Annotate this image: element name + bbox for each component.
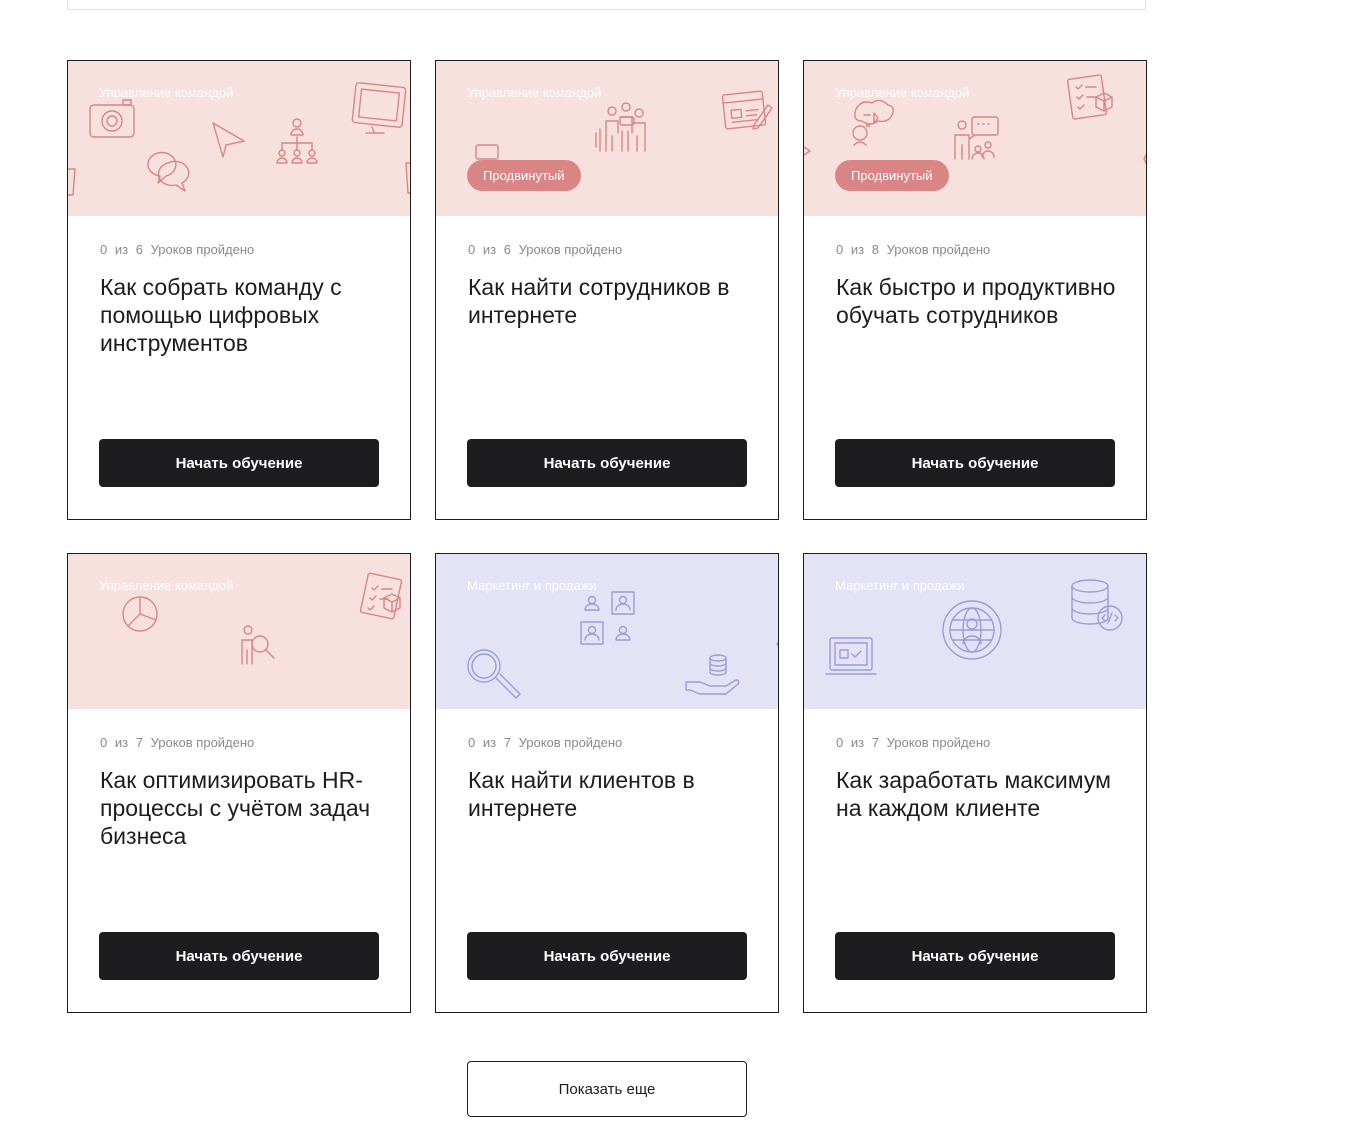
start-course-button[interactable]: Начать обучение (467, 439, 747, 487)
lessons-of: из (850, 735, 865, 750)
level-badge: Продвинутый (467, 160, 581, 191)
course-category: Маркетинг и продажи (467, 578, 597, 593)
course-category: Управление командой (99, 578, 234, 593)
course-title: Как найти сотрудников в интернете (468, 274, 730, 328)
profiles-grid-icon (580, 591, 635, 645)
course-title: Как найти клиентов в интернете (468, 767, 695, 821)
course-title: Как собрать команду с помощью цифровых и… (100, 274, 342, 356)
person-search-icon (241, 625, 275, 665)
card-cover: Управление командой Продвинутый (804, 61, 1146, 216)
start-course-button[interactable]: Начать обучение (467, 932, 747, 980)
checklist-box-icon (359, 572, 403, 620)
course-title: Как оптимизировать HR-процессы с учётом … (100, 767, 371, 849)
pie-chart-icon (122, 596, 158, 632)
card-cover: Управление командой (68, 554, 410, 709)
database-code-icon (1071, 579, 1123, 631)
course-category: Управление командой (99, 85, 234, 100)
lessons-done: 0 (836, 242, 844, 257)
lessons-done: 0 (836, 735, 844, 750)
thinking-head-icon (852, 99, 895, 146)
lessons-label: Уроков пройдено (150, 735, 255, 750)
people-group-icon (595, 102, 646, 152)
level-badge: Продвинутый (835, 160, 949, 191)
lessons-label: Уроков пройдено (886, 735, 991, 750)
magnifier-icon (467, 649, 521, 699)
lesson-progress: 0 из 7 Уроков пройдено (100, 735, 254, 750)
course-title: Как быстро и продуктивно обучать сотрудн… (836, 274, 1116, 328)
monitor-icon (351, 82, 407, 134)
course-category: Управление командой (467, 85, 602, 100)
card-cover: Управление командой Продвинутый (436, 61, 778, 216)
course-card[interactable]: Управление командой 0 из 6 Уроков пройде… (67, 60, 411, 520)
laptop-checklist-icon (825, 637, 877, 675)
course-card[interactable]: Управление командой Продвинутый 0 из 6 У… (435, 60, 779, 520)
camera-icon (89, 99, 135, 138)
lessons-of: из (482, 735, 497, 750)
start-course-button[interactable]: Начать обучение (99, 932, 379, 980)
lessons-total: 7 (871, 735, 879, 750)
lessons-of: из (850, 242, 865, 257)
checklist-box-icon (1066, 74, 1113, 120)
lesson-progress: 0 из 8 Уроков пройдено (836, 242, 990, 257)
lessons-done: 0 (468, 735, 476, 750)
lessons-total: 7 (135, 735, 143, 750)
course-card[interactable]: Маркетинг и продажи 0 из 7 Уроков пройде… (803, 553, 1147, 1013)
course-category: Управление командой (835, 85, 970, 100)
lessons-of: из (114, 242, 129, 257)
lessons-label: Уроков пройдено (150, 242, 255, 257)
lesson-progress: 0 из 7 Уроков пройдено (836, 735, 990, 750)
lesson-progress: 0 из 7 Уроков пройдено (468, 735, 622, 750)
lessons-label: Уроков пройдено (886, 242, 991, 257)
course-card[interactable]: Маркетинг и продажи 0 из 7 Уроков пройде… (435, 553, 779, 1013)
course-card[interactable]: Управление командой 0 из 7 Уроков пройде… (67, 553, 411, 1013)
previous-section-panel (67, 0, 1146, 10)
start-course-button[interactable]: Начать обучение (835, 932, 1115, 980)
lessons-of: из (114, 735, 129, 750)
start-course-button[interactable]: Начать обучение (835, 439, 1115, 487)
lessons-label: Уроков пройдено (518, 735, 623, 750)
lessons-total: 8 (871, 242, 879, 257)
start-course-button[interactable]: Начать обучение (99, 439, 379, 487)
course-category: Маркетинг и продажи (835, 578, 965, 593)
lessons-done: 0 (100, 242, 108, 257)
browser-edit-icon (721, 90, 773, 130)
lesson-progress: 0 из 6 Уроков пройдено (468, 242, 622, 257)
card-cover: Маркетинг и продажи (436, 554, 778, 709)
lessons-total: 6 (503, 242, 511, 257)
lesson-progress: 0 из 6 Уроков пройдено (100, 242, 254, 257)
show-more-button[interactable]: Показать еще (467, 1061, 747, 1117)
course-title: Как заработать максимум на каждом клиент… (836, 767, 1111, 821)
paper-plane-icon (212, 122, 245, 158)
lessons-done: 0 (468, 242, 476, 257)
lessons-total: 6 (135, 242, 143, 257)
presenter-icon (954, 116, 999, 160)
globe-person-icon (942, 600, 1002, 660)
lessons-of: из (482, 242, 497, 257)
chat-bubbles-icon (147, 151, 190, 192)
course-card[interactable]: Управление командой Продвинутый 0 из 8 У… (803, 60, 1147, 520)
lessons-done: 0 (100, 735, 108, 750)
lessons-total: 7 (503, 735, 511, 750)
coins-hand-icon (685, 654, 740, 695)
card-cover: Управление командой (68, 61, 410, 216)
org-chart-icon (276, 118, 318, 164)
card-cover: Маркетинг и продажи (804, 554, 1146, 709)
lessons-label: Уроков пройдено (518, 242, 623, 257)
